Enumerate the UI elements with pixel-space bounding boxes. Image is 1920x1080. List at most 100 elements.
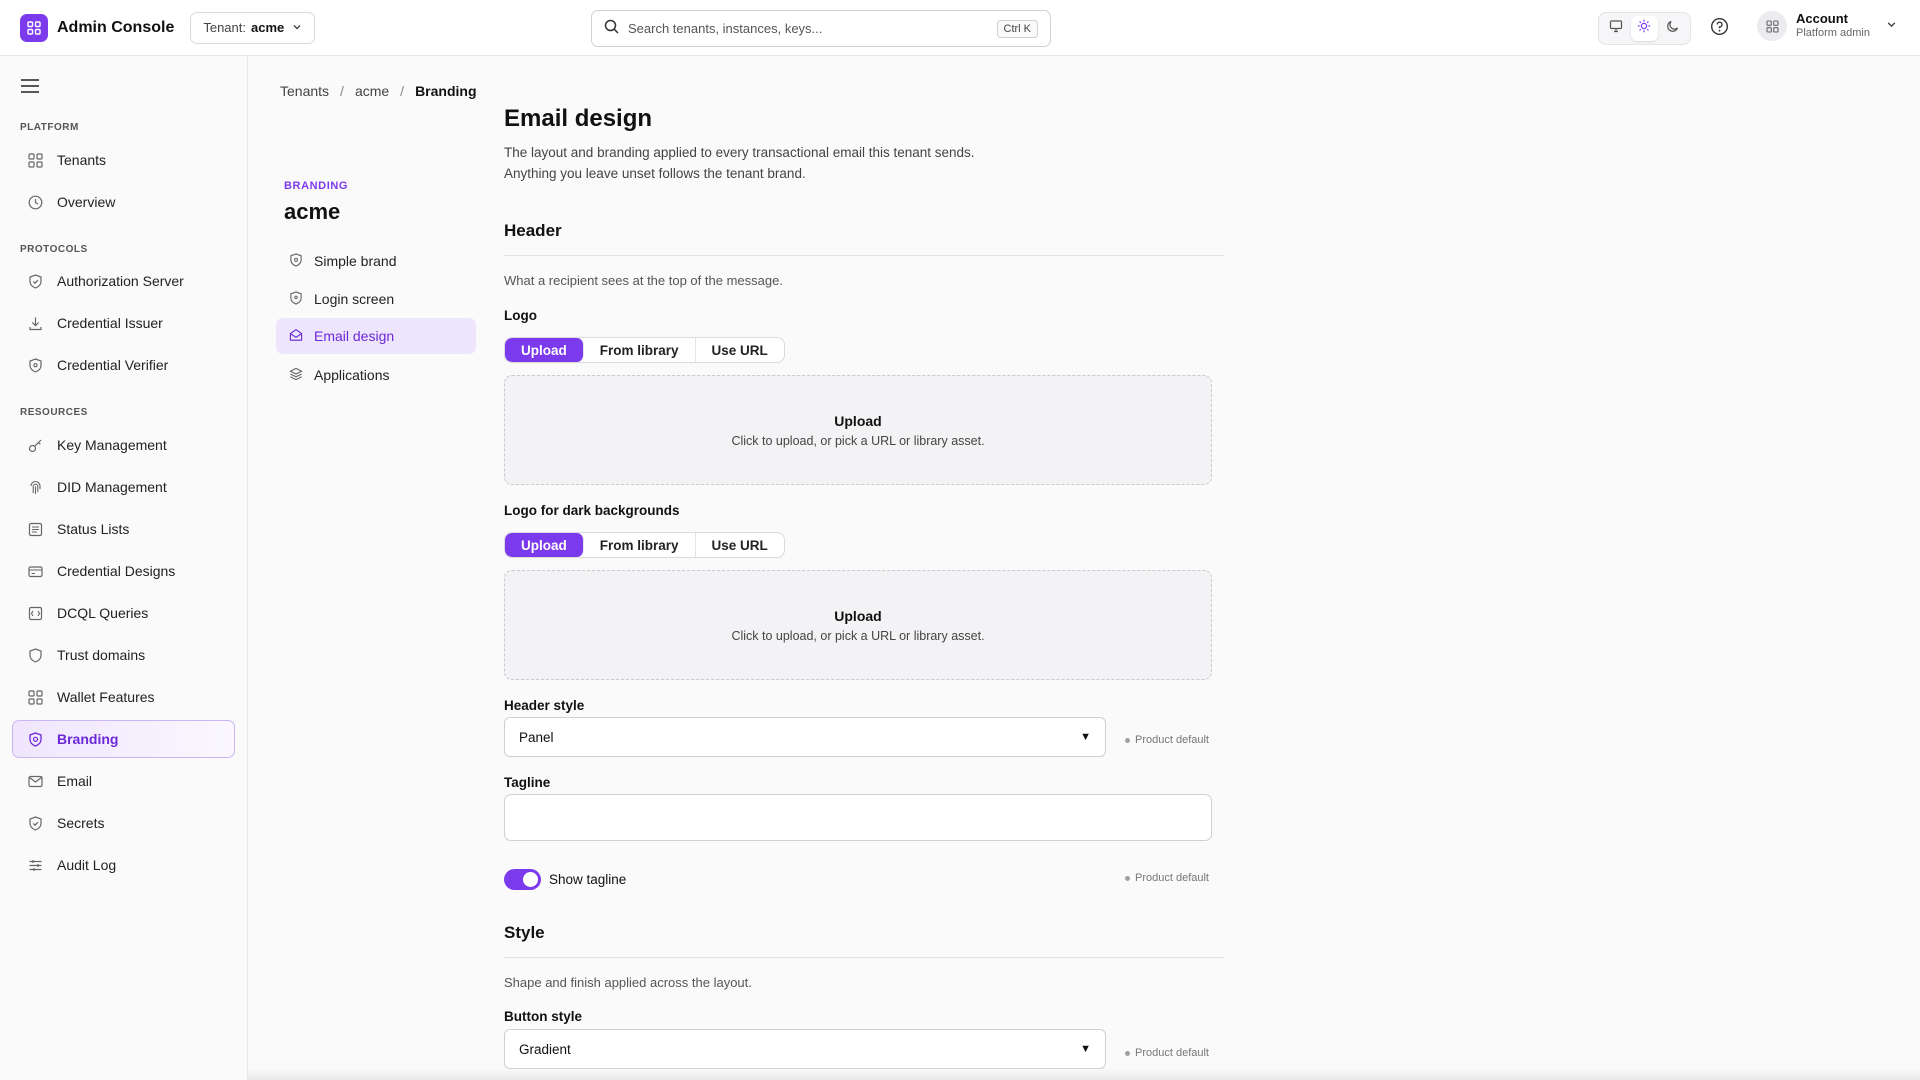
sidebar-item-secrets[interactable]: Secrets [12, 804, 235, 842]
account-role: Platform admin [1796, 27, 1870, 40]
sidebar-item-audit-log[interactable]: Audit Log [12, 846, 235, 884]
fingerprint-icon [27, 479, 44, 496]
sidebar-item-key-management[interactable]: Key Management [12, 426, 235, 464]
nav-section-platform: PLATFORM [20, 122, 79, 133]
sidebar-item-overview[interactable]: Overview [12, 183, 235, 221]
moon-icon [1666, 19, 1680, 38]
page-title: Email design [504, 105, 653, 132]
search-icon [604, 19, 619, 39]
sidebar-item-tenants[interactable]: Tenants [12, 141, 235, 179]
status-dot-icon [1125, 875, 1130, 881]
dropzone-title: Upload [834, 607, 882, 624]
logo-dark-dropzone[interactable]: Upload Click to upload, or pick a URL or… [504, 570, 1212, 680]
logo-source-upload[interactable]: Upload [505, 338, 584, 362]
theme-switcher [1598, 12, 1691, 45]
sidebar-item-label: Audit Log [57, 857, 117, 873]
sidebar-item-did-management[interactable]: DID Management [12, 468, 235, 506]
style-section: Style [504, 923, 1224, 958]
global-search[interactable]: Search tenants, instances, keys... Ctrl … [591, 10, 1051, 47]
sidebar-toggle-button[interactable] [20, 78, 40, 99]
chevron-down-icon [292, 20, 302, 35]
section-heading: Style [504, 923, 545, 942]
sidebar-item-label: Secrets [57, 815, 105, 831]
logo-dark-source-url[interactable]: Use URL [696, 533, 784, 557]
page-description-line: The layout and branding applied to every… [504, 145, 975, 160]
theme-light-button[interactable] [1630, 16, 1658, 41]
sidebar-item-wallet-features[interactable]: Wallet Features [12, 678, 235, 716]
sidebar: PLATFORM Tenants Overview PROTOCOLS Auth… [0, 56, 248, 1080]
logo-dropzone[interactable]: Upload Click to upload, or pick a URL or… [504, 375, 1212, 485]
sidebar-item-status-lists[interactable]: Status Lists [12, 510, 235, 548]
sidebar-item-label: DCQL Queries [57, 605, 149, 621]
logo-dark-source-library[interactable]: From library [584, 533, 696, 557]
logo-source-library[interactable]: From library [584, 338, 696, 362]
subnav-item-email-design[interactable]: Email design [276, 318, 476, 354]
logo-dark-source-upload[interactable]: Upload [505, 533, 584, 557]
subnav-item-applications[interactable]: Applications [276, 357, 476, 393]
logo-dark-label: Logo for dark backgrounds [504, 503, 680, 518]
subnav-item-simple-brand[interactable]: Simple brand [276, 243, 476, 279]
dropzone-title: Upload [834, 412, 882, 429]
tenant-selector[interactable]: Tenant: acme [190, 11, 316, 44]
theme-dark-button[interactable] [1659, 16, 1686, 41]
header-style-label: Header style [504, 698, 585, 713]
sidebar-item-label: Key Management [57, 437, 167, 453]
product-default-badge: Product default [1125, 734, 1209, 746]
tenant-selector-label: Tenant: [203, 20, 246, 35]
product-default-text: Product default [1135, 1047, 1209, 1059]
clock-icon [27, 194, 44, 211]
sidebar-item-dcql-queries[interactable]: DCQL Queries [12, 594, 235, 632]
sidebar-item-label: Overview [57, 194, 116, 210]
shield-icon [27, 273, 44, 290]
logo-dark-source-toggle: Upload From library Use URL [504, 532, 785, 558]
top-bar: Admin Console Tenant: acme Search tenant… [0, 0, 1920, 56]
header-style-select[interactable]: Panel ▼ [504, 717, 1106, 757]
sidebar-item-credential-designs[interactable]: Credential Designs [12, 552, 235, 590]
sidebar-item-label: DID Management [57, 479, 167, 495]
shield-icon [27, 815, 44, 832]
header-style-value: Panel [519, 729, 554, 745]
theme-system-button[interactable] [1603, 16, 1630, 41]
app-name: Admin Console [57, 18, 175, 36]
scroll-fade [248, 1068, 1920, 1080]
list-icon [27, 521, 44, 538]
subnav-item-login-screen[interactable]: Login screen [276, 281, 476, 317]
logo-source-url[interactable]: Use URL [696, 338, 784, 362]
breadcrumb-tenant[interactable]: acme [355, 83, 389, 99]
dropzone-hint: Click to upload, or pick a URL or librar… [731, 433, 985, 448]
monitor-icon [1609, 19, 1623, 38]
show-tagline-toggle[interactable] [504, 869, 541, 890]
caret-down-icon: ▼ [1080, 1043, 1091, 1055]
sidebar-item-label: Credential Designs [57, 563, 176, 579]
chevron-down-icon [1886, 17, 1897, 35]
account-menu[interactable]: Account Platform admin [1757, 11, 1897, 41]
sidebar-item-label: Trust domains [57, 647, 146, 663]
sidebar-item-trust-domains[interactable]: Trust domains [12, 636, 235, 674]
sidebar-item-email[interactable]: Email [12, 762, 235, 800]
query-icon [27, 605, 44, 622]
layers-icon [289, 367, 303, 384]
sidebar-item-credential-verifier[interactable]: Credential Verifier [12, 346, 235, 384]
dropzone-hint: Click to upload, or pick a URL or librar… [731, 628, 985, 643]
breadcrumb-tenants[interactable]: Tenants [280, 83, 329, 99]
sidebar-item-branding[interactable]: Branding [12, 720, 235, 758]
product-default-badge: Product default [1125, 872, 1209, 884]
section-description: Shape and finish applied across the layo… [504, 975, 752, 990]
app-brand[interactable]: Admin Console [20, 13, 175, 42]
avatar [1757, 11, 1787, 41]
sidebar-item-credential-issuer[interactable]: Credential Issuer [12, 304, 235, 342]
sidebar-item-authorization-server[interactable]: Authorization Server [12, 262, 235, 300]
subnav-item-label: Applications [314, 367, 390, 383]
search-placeholder: Search tenants, instances, keys... [628, 21, 823, 36]
subnav-kicker: BRANDING [284, 180, 349, 192]
tagline-input[interactable] [504, 794, 1212, 841]
breadcrumb-separator: / [400, 83, 405, 99]
button-style-select[interactable]: Gradient ▼ [504, 1029, 1106, 1069]
subnav-title: acme [284, 199, 341, 224]
page-description-line: Anything you leave unset follows the ten… [504, 166, 806, 181]
help-button[interactable] [1710, 17, 1729, 41]
section-divider [504, 255, 1224, 256]
key-icon [27, 437, 44, 454]
page-description: The layout and branding applied to every… [504, 142, 1024, 184]
sidebar-item-label: Status Lists [57, 521, 130, 537]
